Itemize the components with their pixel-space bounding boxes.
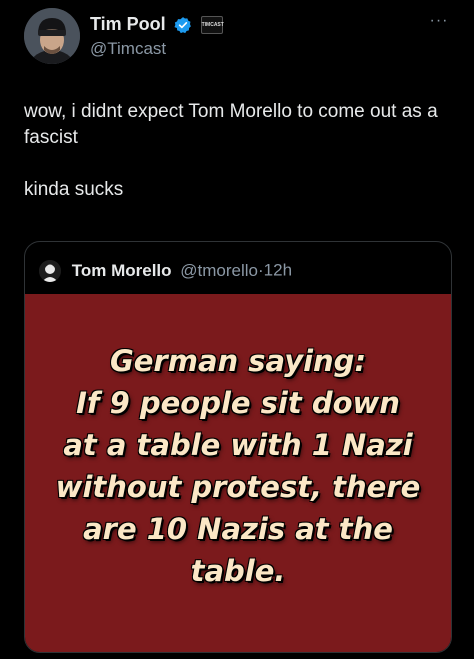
tweet-header: Tim Pool TIMCAST @Timcast ··· <box>24 8 450 66</box>
image-text-line: are 10 Nazis at the <box>83 512 393 546</box>
quote-author-avatar[interactable] <box>39 259 61 282</box>
author-display-name[interactable]: Tim Pool <box>90 14 166 35</box>
tweet-text: wow, i didnt expect Tom Morello to come … <box>24 99 450 203</box>
quote-tweet-card[interactable]: Tom Morello @tmorello·12h German saying:… <box>24 241 452 653</box>
quote-author-handle[interactable]: @tmorello <box>180 261 258 280</box>
tweet-paragraph: wow, i didnt expect Tom Morello to come … <box>24 101 438 148</box>
quote-header: Tom Morello @tmorello·12h <box>39 258 292 282</box>
quote-image-text: German saying: If 9 people sit down at a… <box>45 340 431 592</box>
author-names: Tim Pool TIMCAST @Timcast <box>90 14 224 59</box>
author-avatar[interactable] <box>24 8 80 64</box>
quote-image[interactable]: German saying: If 9 people sit down at a… <box>25 294 451 652</box>
avatar-icon <box>39 259 61 282</box>
verified-badge-icon[interactable] <box>174 16 192 34</box>
avatar-icon <box>24 8 80 64</box>
affiliate-badge[interactable]: TIMCAST <box>200 15 224 34</box>
image-text-line: German saying: <box>109 344 367 378</box>
image-text-line: table. <box>190 554 286 588</box>
quote-author-name[interactable]: Tom Morello <box>72 261 172 280</box>
image-text-line: without protest, there <box>55 470 421 504</box>
image-text-line: If 9 people sit down <box>76 386 400 420</box>
more-icon[interactable]: ··· <box>428 13 450 29</box>
tweet-paragraph: kinda sucks <box>24 179 124 200</box>
author-handle[interactable]: @Timcast <box>90 39 223 59</box>
quote-timestamp[interactable]: 12h <box>264 261 292 280</box>
image-text-line: at a table with 1 Nazi <box>63 428 413 462</box>
